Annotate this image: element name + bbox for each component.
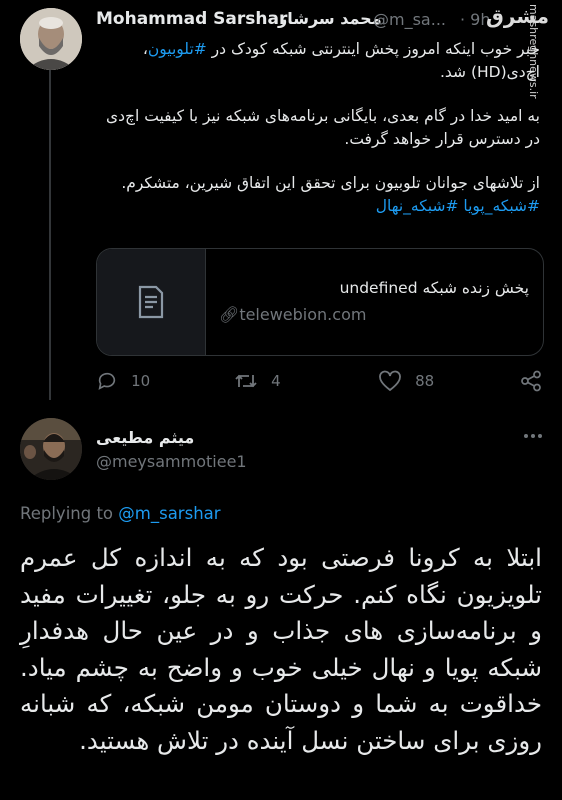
- card-domain-row: 🔗︎telewebion.com: [219, 305, 366, 324]
- share-icon: [521, 370, 541, 392]
- tweet-text: خبر خوب اینکه امروز پخش اینترنتی شبکه کو…: [96, 38, 540, 217]
- tweet-paragraph-2: به امید خدا در گام بعدی، بایگانی برنامه‌…: [105, 107, 540, 148]
- reply-handle[interactable]: @meysammotiee1: [96, 452, 247, 471]
- display-name-fa[interactable]: محمد سرشار: [278, 9, 382, 28]
- thread-connector-line: [49, 70, 51, 400]
- retweet-button[interactable]: 4: [234, 370, 281, 392]
- tweet-paragraph-3: از تلاشهای جوانان تلوبیون برای تحقق این …: [121, 174, 540, 192]
- like-count: 88: [415, 372, 435, 390]
- reply-display-name[interactable]: میثم مطیعی: [96, 428, 194, 447]
- link-icon: 🔗︎: [219, 305, 240, 324]
- document-icon: [138, 285, 164, 319]
- tweet-paragraph-1: خبر خوب اینکه امروز پخش اینترنتی شبکه کو…: [142, 40, 540, 81]
- handle[interactable]: @m_sa...: [373, 10, 446, 29]
- replying-to: Replying to @m_sarshar: [20, 504, 221, 523]
- like-button[interactable]: 88: [378, 370, 434, 392]
- card-thumbnail: [97, 249, 206, 355]
- reply-text: ابتلا به کرونا فرصتی بود که به اندازه کل…: [20, 543, 542, 755]
- more-options-button[interactable]: [522, 428, 544, 442]
- retweet-count: 4: [271, 372, 281, 390]
- reply-count: 10: [131, 372, 151, 390]
- profile-photo-icon: [20, 418, 82, 480]
- share-button[interactable]: [520, 370, 542, 396]
- card-domain: telewebion.com: [239, 305, 367, 324]
- reply-icon: [98, 372, 116, 390]
- replying-to-label: Replying to: [20, 504, 114, 523]
- reply-button[interactable]: 10: [96, 370, 150, 392]
- hashtags-link[interactable]: #شبکه_پویا #شبکه_نهال: [96, 195, 540, 218]
- display-name-en[interactable]: Mohammad Sarshar: [96, 9, 287, 29]
- avatar-reply[interactable]: [20, 418, 82, 480]
- avatar[interactable]: [20, 8, 82, 70]
- heart-icon: [379, 370, 401, 392]
- card-title: پخش زنده شبکه undefined: [339, 279, 529, 297]
- action-bar: 10 4 88: [96, 368, 542, 396]
- hashtag-telewebion[interactable]: #تلوبیون: [148, 40, 207, 58]
- retweet-icon: [235, 374, 257, 388]
- replying-to-handle[interactable]: @m_sarshar: [118, 504, 220, 523]
- more-icon: [524, 434, 542, 438]
- link-preview-card[interactable]: پخش زنده شبکه undefined 🔗︎telewebion.com: [96, 248, 544, 356]
- profile-photo-icon: [20, 8, 82, 70]
